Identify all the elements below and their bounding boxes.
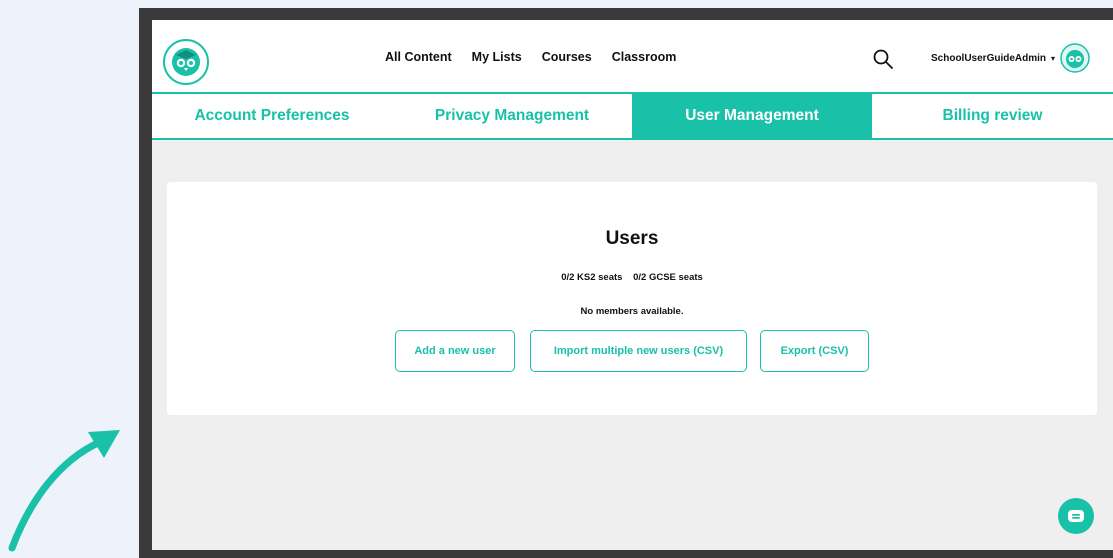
settings-tabs: Account Preferences Privacy Management U…: [152, 92, 1113, 140]
chat-launcher-button[interactable]: [1058, 498, 1094, 534]
nav-link-my-lists[interactable]: My Lists: [472, 50, 522, 64]
user-name: SchoolUserGuideAdmin: [931, 52, 1047, 64]
main-nav: All Content My Lists Courses Classroom: [385, 50, 676, 64]
nav-link-courses[interactable]: Courses: [542, 50, 592, 64]
import-csv-button[interactable]: Import multiple new users (CSV): [530, 330, 747, 372]
owl-avatar-icon: [1060, 43, 1090, 73]
seat-counts: 0/2 KS2 seats 0/2 GCSE seats: [167, 272, 1097, 283]
nav-link-classroom[interactable]: Classroom: [612, 50, 677, 64]
search-icon[interactable]: [872, 48, 894, 70]
page-title: Users: [605, 228, 659, 249]
users-card: Users 0/2 KS2 seats 0/2 GCSE seats No me…: [167, 182, 1097, 415]
owl-logo-icon[interactable]: [162, 38, 210, 86]
ks2-seats: 0/2 KS2 seats: [561, 272, 623, 283]
export-csv-button[interactable]: Export (CSV): [760, 330, 869, 372]
tab-user-management[interactable]: User Management: [632, 94, 872, 138]
tab-billing-review[interactable]: Billing review: [872, 94, 1113, 138]
chat-icon: [1068, 510, 1084, 522]
app-screen: All Content My Lists Courses Classroom S…: [152, 20, 1113, 550]
tab-privacy-management[interactable]: Privacy Management: [392, 94, 632, 138]
tab-account-preferences[interactable]: Account Preferences: [152, 94, 392, 138]
nav-link-all-content[interactable]: All Content: [385, 50, 452, 64]
arrow-annotation-icon: [8, 430, 120, 552]
empty-state-message: No members available.: [580, 306, 684, 317]
gcse-seats: 0/2 GCSE seats: [633, 272, 703, 283]
add-user-button[interactable]: Add a new user: [395, 330, 515, 372]
chevron-down-icon: ▾: [1051, 53, 1056, 63]
top-navbar: All Content My Lists Courses Classroom S…: [152, 20, 1113, 92]
user-menu[interactable]: SchoolUserGuideAdmin ▾: [931, 43, 1090, 73]
